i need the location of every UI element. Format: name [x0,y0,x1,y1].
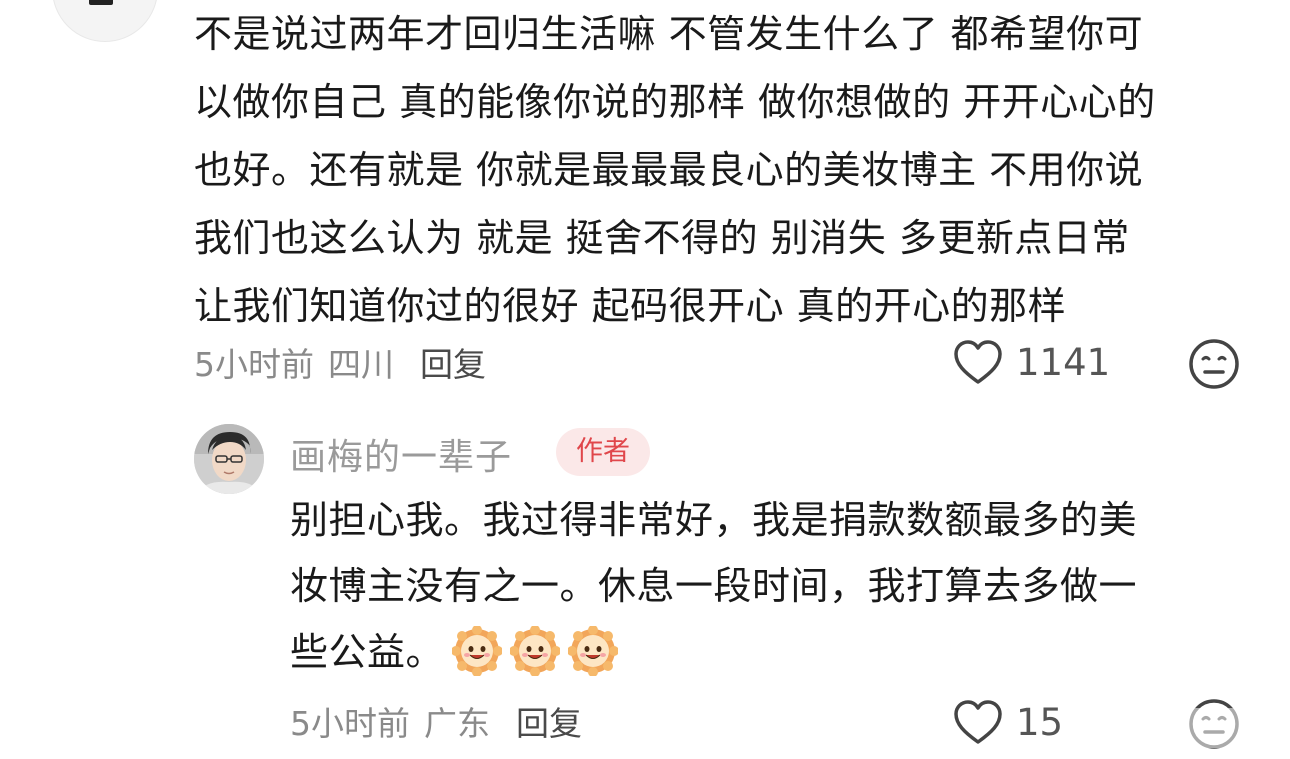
sun-smile-emoji [510,625,561,676]
reply-body: 别担心我。我过得非常好，我是捐款数额最多的美 妆博主没有之一。休息一段时间，我打… [290,487,1250,685]
reply-line-last: 些公益。 [290,619,1250,685]
reply-like-count: 15 [1016,700,1064,744]
comment-body: 不是说过两年才回归生活嘛 不管发生什么了 都希望你可 以做你自己 真的能像你说的… [194,0,1254,340]
reply-location: 广东 [424,704,490,743]
comment-like-count: 1141 [1016,340,1111,384]
reply-button[interactable]: 回复 [420,338,486,386]
reply-line-text: 些公益。 [290,630,445,674]
reply-line: 别担心我。我过得非常好，我是捐款数额最多的美 [290,498,1138,542]
heart-outline-icon [954,340,1002,384]
reply-line: 妆博主没有之一。休息一段时间，我打算去多做一 [290,564,1138,608]
comment-line: 不是说过两年才回归生活嘛 不管发生什么了 都希望你可 [194,12,1144,56]
comment-meta: 5小时前 四川 回复 [194,338,486,386]
comment-line: 也好。还有就是 你就是最最最良心的美妆博主 不用你说 [194,148,1144,192]
heart-outline-icon [954,700,1002,744]
comment-like-button[interactable]: 1141 [952,336,1110,388]
comment-time: 5小时前 [194,345,314,384]
reply-username[interactable]: 画梅的一辈子 [290,428,512,480]
sun-smile-emoji [452,625,503,676]
comment-line: 让我们知道你过的很好 起码很开心 真的开心的那样 [194,284,1067,328]
reply-avatar[interactable] [194,424,264,494]
meh-face-icon[interactable] [1188,338,1240,390]
comment-line: 以做你自己 真的能像你说的那样 做你想做的 开开心心的 [194,80,1156,124]
sun-smile-emoji [568,625,619,676]
comment-location: 四川 [328,345,394,384]
reply-meta: 5小时前 广东 回复 [290,697,582,745]
commenter-avatar[interactable] [52,0,158,42]
reply-reply-button[interactable]: 回复 [516,697,582,745]
watermark-overlay [1060,708,1284,748]
reply-time: 5小时前 [290,704,410,743]
avatar-photo [194,424,264,494]
author-badge: 作者 [556,428,650,476]
comment-line: 我们也这么认为 就是 挺舍不得的 别消失 多更新点日常 [194,216,1130,260]
reply-like-button[interactable]: 15 [952,696,1063,748]
avatar-glyph [89,0,113,5]
